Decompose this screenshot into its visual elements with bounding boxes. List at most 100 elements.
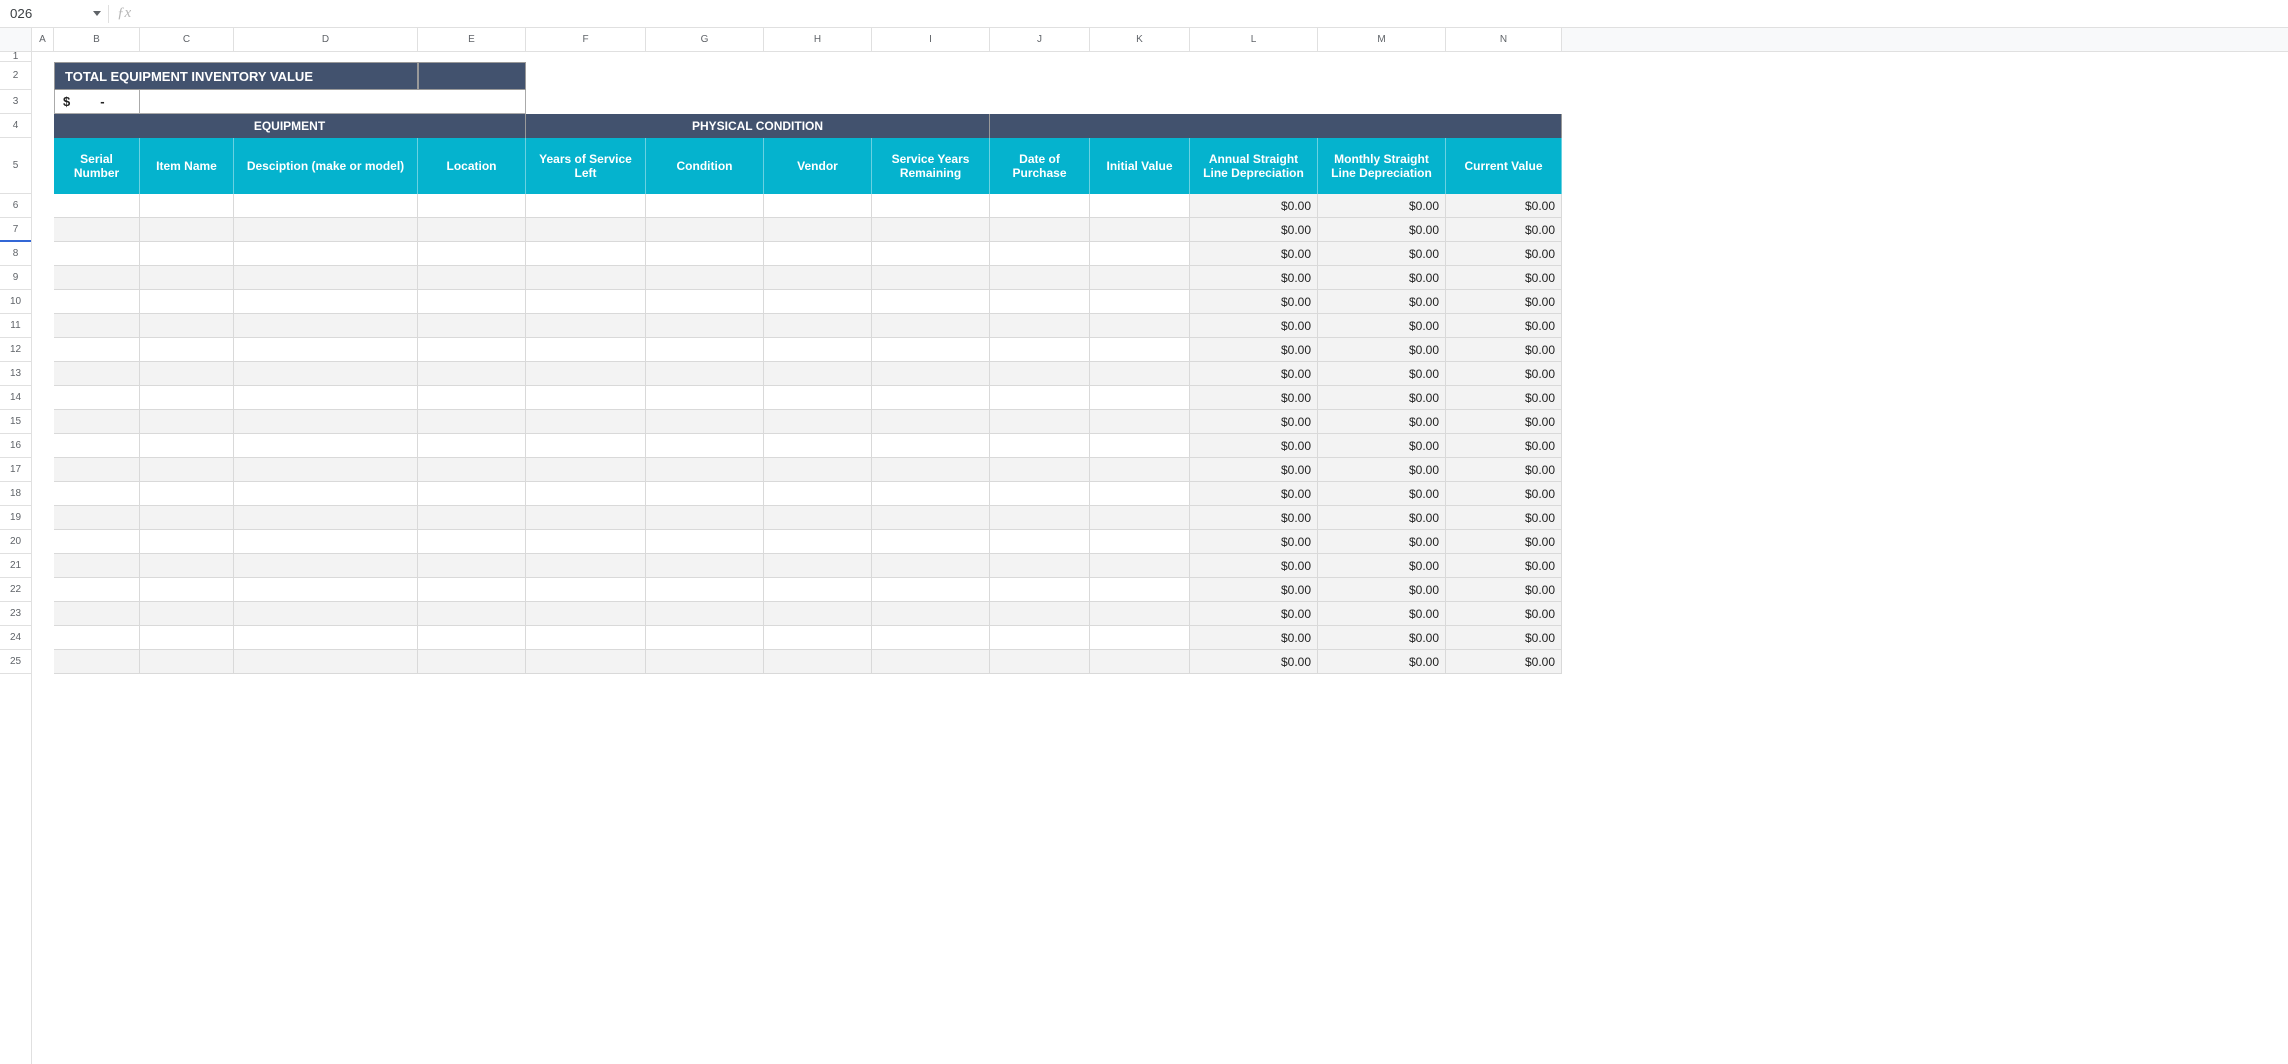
cell-location[interactable] (418, 650, 526, 674)
cell-annual_depr[interactable]: $0.00 (1190, 338, 1318, 362)
cell-service_years_remaining[interactable] (872, 626, 990, 650)
cell-monthly_depr[interactable]: $0.00 (1318, 386, 1446, 410)
row-header-1[interactable]: 1 (0, 52, 31, 62)
cell-description[interactable] (234, 266, 418, 290)
name-box-dropdown[interactable] (90, 0, 104, 27)
cell-years_of_service_left[interactable] (526, 602, 646, 626)
cell-location[interactable] (418, 218, 526, 242)
cell-initial_value[interactable] (1090, 506, 1190, 530)
cell-initial_value[interactable] (1090, 242, 1190, 266)
cell-item_name[interactable] (140, 194, 234, 218)
cell-description[interactable] (234, 626, 418, 650)
cell-item_name[interactable] (140, 218, 234, 242)
cell-location[interactable] (418, 266, 526, 290)
row-header-4[interactable]: 4 (0, 114, 31, 138)
cell-location[interactable] (418, 338, 526, 362)
cell[interactable] (32, 114, 54, 138)
cell-description[interactable] (234, 194, 418, 218)
cell-years_of_service_left[interactable] (526, 386, 646, 410)
cell-initial_value[interactable] (1090, 602, 1190, 626)
cell[interactable] (32, 290, 54, 314)
cell-initial_value[interactable] (1090, 458, 1190, 482)
cell-item_name[interactable] (140, 314, 234, 338)
cell-item_name[interactable] (140, 626, 234, 650)
cell-item_name[interactable] (140, 242, 234, 266)
cell-annual_depr[interactable]: $0.00 (1190, 386, 1318, 410)
cell-item_name[interactable] (140, 434, 234, 458)
row-header-9[interactable]: 9 (0, 266, 31, 290)
cell-service_years_remaining[interactable] (872, 266, 990, 290)
cell-vendor[interactable] (764, 290, 872, 314)
cell-initial_value[interactable] (1090, 530, 1190, 554)
cell[interactable] (32, 410, 54, 434)
cell-monthly_depr[interactable]: $0.00 (1318, 458, 1446, 482)
cell-location[interactable] (418, 506, 526, 530)
cell-description[interactable] (234, 338, 418, 362)
cell-item_name[interactable] (140, 554, 234, 578)
cell-condition[interactable] (646, 290, 764, 314)
cell-location[interactable] (418, 458, 526, 482)
cell-location[interactable] (418, 434, 526, 458)
cell-serial_number[interactable] (54, 554, 140, 578)
cell[interactable] (32, 434, 54, 458)
total-value-cell[interactable]: $ - (54, 90, 140, 114)
cell-years_of_service_left[interactable] (526, 242, 646, 266)
cell-serial_number[interactable] (54, 602, 140, 626)
row-header-21[interactable]: 21 (0, 554, 31, 578)
cell-service_years_remaining[interactable] (872, 578, 990, 602)
row-header-3[interactable]: 3 (0, 90, 31, 114)
cell-location[interactable] (418, 482, 526, 506)
cell-description[interactable] (234, 362, 418, 386)
cell-date_of_purchase[interactable] (990, 290, 1090, 314)
row-header-16[interactable]: 16 (0, 434, 31, 458)
cell-serial_number[interactable] (54, 386, 140, 410)
row-header-6[interactable]: 6 (0, 194, 31, 218)
cell-service_years_remaining[interactable] (872, 602, 990, 626)
cell-location[interactable] (418, 362, 526, 386)
cell-description[interactable] (234, 482, 418, 506)
cell-condition[interactable] (646, 626, 764, 650)
cell[interactable] (32, 386, 54, 410)
cell-date_of_purchase[interactable] (990, 434, 1090, 458)
cell-vendor[interactable] (764, 266, 872, 290)
cell-condition[interactable] (646, 602, 764, 626)
cell[interactable] (32, 362, 54, 386)
cell-service_years_remaining[interactable] (872, 362, 990, 386)
cell-initial_value[interactable] (1090, 362, 1190, 386)
cell[interactable] (32, 626, 54, 650)
cell-years_of_service_left[interactable] (526, 578, 646, 602)
cell-annual_depr[interactable]: $0.00 (1190, 602, 1318, 626)
cell[interactable] (32, 458, 54, 482)
cell-condition[interactable] (646, 386, 764, 410)
cell-current_value[interactable]: $0.00 (1446, 530, 1562, 554)
cell-location[interactable] (418, 626, 526, 650)
cell-annual_depr[interactable]: $0.00 (1190, 242, 1318, 266)
cell-initial_value[interactable] (1090, 554, 1190, 578)
cell-monthly_depr[interactable]: $0.00 (1318, 554, 1446, 578)
cell-item_name[interactable] (140, 650, 234, 674)
cell-service_years_remaining[interactable] (872, 290, 990, 314)
cell[interactable] (32, 138, 54, 194)
cell[interactable] (32, 218, 54, 242)
cell-item_name[interactable] (140, 338, 234, 362)
cell-monthly_depr[interactable]: $0.00 (1318, 338, 1446, 362)
cell-location[interactable] (418, 314, 526, 338)
col-header-J[interactable]: J (990, 28, 1090, 51)
cell-date_of_purchase[interactable] (990, 338, 1090, 362)
cell-item_name[interactable] (140, 290, 234, 314)
cell-current_value[interactable]: $0.00 (1446, 194, 1562, 218)
cell-initial_value[interactable] (1090, 290, 1190, 314)
cell-current_value[interactable]: $0.00 (1446, 362, 1562, 386)
cell-initial_value[interactable] (1090, 266, 1190, 290)
cell-location[interactable] (418, 194, 526, 218)
cell-vendor[interactable] (764, 506, 872, 530)
cell-date_of_purchase[interactable] (990, 482, 1090, 506)
cell-current_value[interactable]: $0.00 (1446, 266, 1562, 290)
cell-condition[interactable] (646, 194, 764, 218)
cell-service_years_remaining[interactable] (872, 386, 990, 410)
cell-annual_depr[interactable]: $0.00 (1190, 290, 1318, 314)
cell-service_years_remaining[interactable] (872, 314, 990, 338)
row-header-24[interactable]: 24 (0, 626, 31, 650)
cell-description[interactable] (234, 434, 418, 458)
cell-initial_value[interactable] (1090, 650, 1190, 674)
